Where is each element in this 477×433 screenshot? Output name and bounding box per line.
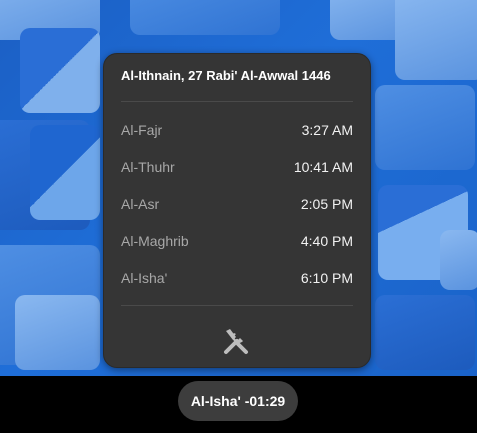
prayer-time: 4:40 PM — [300, 233, 353, 249]
prayer-time: 6:10 PM — [300, 270, 353, 286]
prayer-row-isha: Al-Isha' 6:10 PM — [121, 263, 353, 293]
wallpaper-tile — [375, 295, 475, 370]
wallpaper-tile — [30, 125, 100, 220]
wallpaper-tile — [395, 0, 477, 80]
prayer-row-fajr: Al-Fajr 3:27 AM — [121, 115, 353, 145]
prayer-name: Al-Maghrib — [121, 233, 189, 249]
prayer-name: Al-Isha' — [121, 270, 168, 286]
prayer-row-asr: Al-Asr 2:05 PM — [121, 189, 353, 219]
wallpaper-tile — [20, 28, 100, 113]
prayer-name: Al-Asr — [121, 196, 160, 212]
prayer-row-maghrib: Al-Maghrib 4:40 PM — [121, 226, 353, 256]
prayer-time: 2:05 PM — [300, 196, 353, 212]
prayer-name: Al-Thuhr — [121, 159, 175, 175]
prayer-times-popup: Al-Ithnain, 27 Rabi' Al-Awwal 1446 Al-Fa… — [103, 53, 371, 368]
prayer-time: 3:27 AM — [301, 122, 353, 138]
tools-icon — [224, 329, 248, 354]
hijri-date-title: Al-Ithnain, 27 Rabi' Al-Awwal 1446 — [121, 68, 331, 83]
wallpaper-tile — [440, 230, 477, 290]
prayer-name: Al-Fajr — [121, 122, 163, 138]
divider — [121, 305, 353, 306]
prayer-indicator-button[interactable]: Al-Isha' -01:29 — [178, 381, 298, 421]
wallpaper-tile — [375, 85, 475, 170]
wallpaper-tile — [15, 295, 100, 370]
wallpaper-tile — [130, 0, 280, 35]
divider — [121, 101, 353, 102]
prayer-time: 10:41 AM — [293, 159, 353, 175]
settings-button[interactable] — [220, 324, 254, 358]
prayer-row-thuhr: Al-Thuhr 10:41 AM — [121, 152, 353, 182]
